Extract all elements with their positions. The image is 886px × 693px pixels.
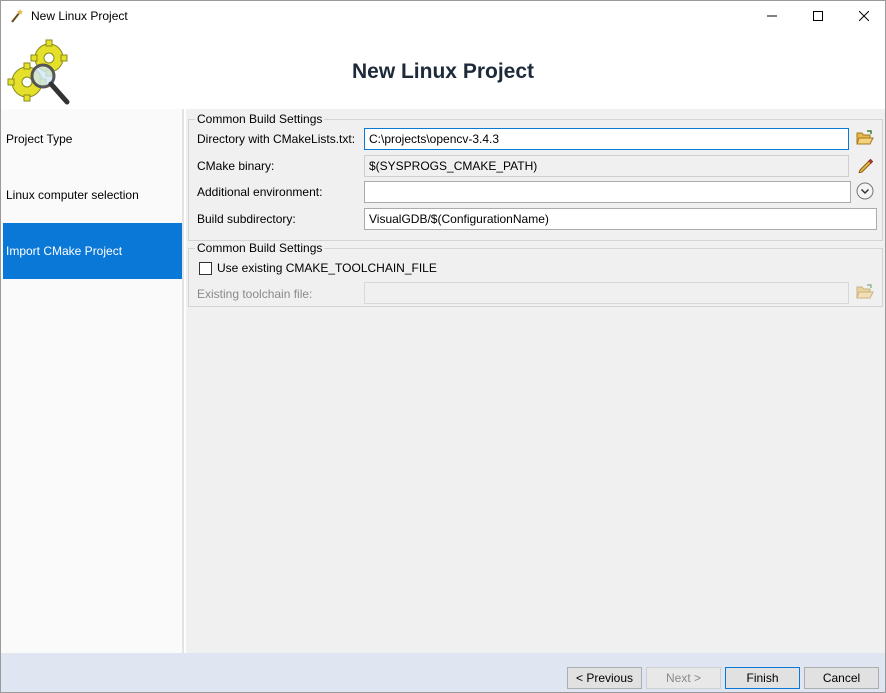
cmake-binary-input[interactable]: $(SYSPROGS_CMAKE_PATH) [364,155,849,177]
wizard-sidebar: Project Type Linux computer selection Im… [1,109,184,653]
window-title: New Linux Project [31,9,128,23]
next-button[interactable]: Next > [646,667,721,689]
cmakelists-dir-label: Directory with CMakeLists.txt: [197,132,356,146]
page-title: New Linux Project [351,60,535,83]
browse-toolchain-button[interactable] [856,283,874,303]
sidebar-item-label: Import CMake Project [6,244,123,258]
wizard-main-panel: Common Build Settings Directory with CMa… [186,109,885,653]
cmake-binary-label: CMake binary: [197,159,275,173]
edit-cmake-binary-button[interactable] [856,157,874,175]
build-subdir-input[interactable]: VisualGDB/$(ConfigurationName) [364,208,877,230]
build-settings-group: Common Build Settings Directory with CMa… [188,112,883,241]
sidebar-item-import-cmake-project[interactable]: Import CMake Project [3,223,182,279]
open-folder-icon [856,129,874,149]
additional-env-label: Additional environment: [197,185,323,199]
title-bar: New Linux Project [1,1,885,32]
previous-button[interactable]: < Previous [567,667,642,689]
wand-icon [9,8,25,24]
minimize-icon [767,10,777,24]
existing-toolchain-label: Existing toolchain file: [197,287,313,301]
additional-env-input[interactable] [364,181,851,203]
group-legend: Common Build Settings [195,241,325,255]
dialog-window: New Linux Project New Linux Project Proj… [0,0,886,693]
browse-folder-button[interactable] [856,129,874,149]
sidebar-item-project-type[interactable]: Project Type [3,111,182,167]
sidebar-item-linux-computer-selection[interactable]: Linux computer selection [3,167,182,223]
chevron-down-circle-icon [856,182,874,203]
sidebar-item-label: Linux computer selection [6,188,139,202]
wizard-header: New Linux Project [1,32,885,109]
cancel-button[interactable]: Cancel [804,667,879,689]
expand-env-button[interactable] [856,182,874,203]
maximize-button[interactable] [795,1,841,32]
minimize-button[interactable] [749,1,795,32]
wizard-footer: < Previous Next > Finish Cancel [1,653,885,692]
sidebar-item-label: Project Type [6,132,73,146]
close-icon [858,10,870,24]
cmakelists-dir-input[interactable]: C:\projects\opencv-3.4.3 [364,128,849,150]
close-button[interactable] [841,1,886,32]
group-legend: Common Build Settings [195,112,325,126]
maximize-icon [813,10,823,24]
build-subdir-label: Build subdirectory: [197,212,296,226]
open-folder-icon [856,283,874,303]
use-existing-toolchain-label[interactable]: Use existing CMAKE_TOOLCHAIN_FILE [217,261,437,275]
use-existing-toolchain-checkbox[interactable] [199,262,212,275]
toolchain-settings-group: Common Build Settings Use existing CMAKE… [188,241,883,307]
finish-button[interactable]: Finish [725,667,800,689]
pencil-icon [857,157,874,176]
existing-toolchain-input[interactable] [364,282,849,304]
